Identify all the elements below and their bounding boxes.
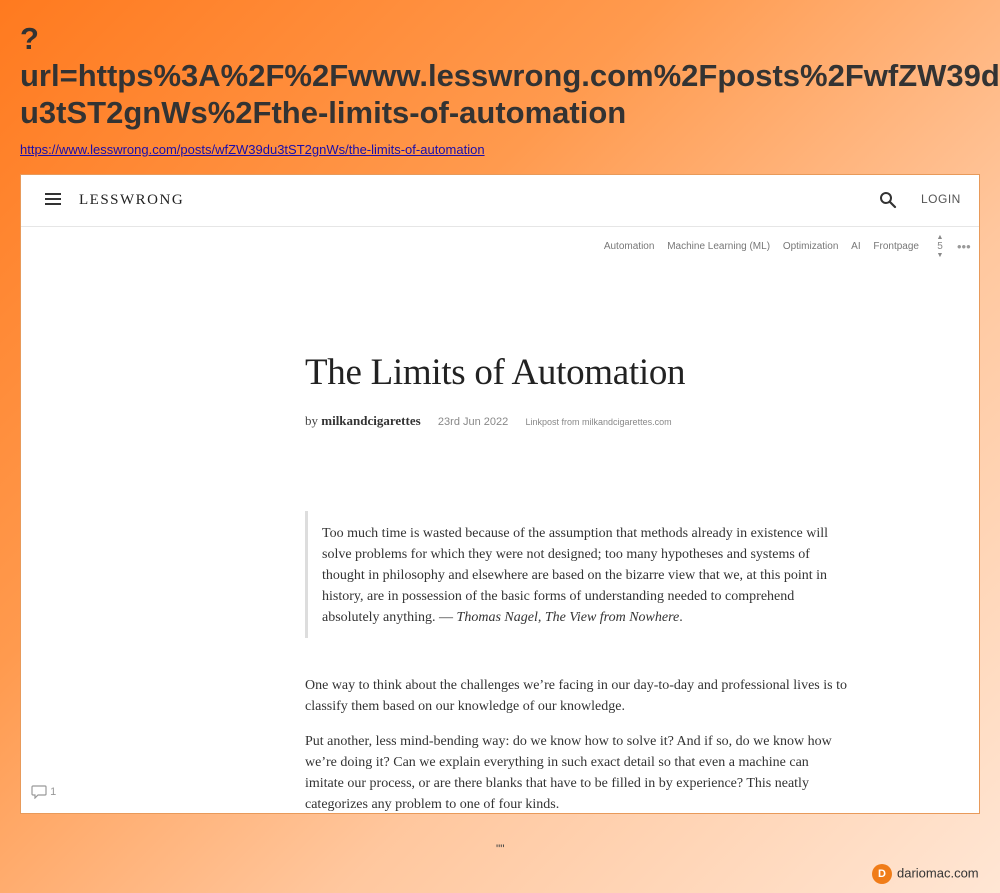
epigraph-quote: Too much time is wasted because of the a…: [305, 511, 835, 638]
dariomac-logo-icon: D: [872, 864, 892, 884]
linkpost-link[interactable]: Linkpost from milkandcigarettes.com: [526, 417, 672, 427]
comment-count-value: 1: [50, 785, 57, 798]
screenshot-frame: LESSWRONG LOGIN Automation Machine Learn…: [20, 174, 980, 814]
tag-optimization[interactable]: Optimization: [783, 241, 839, 252]
tag-list: Automation Machine Learning (ML) Optimiz…: [594, 241, 919, 252]
tag-ai[interactable]: AI: [851, 241, 860, 252]
tag-automation[interactable]: Automation: [604, 241, 655, 252]
tag-frontpage[interactable]: Frontpage: [873, 241, 919, 252]
site-header: LESSWRONG LOGIN: [21, 175, 979, 227]
credit-text: dariomac.com: [897, 865, 979, 881]
site-credit[interactable]: Ddariomac.com: [872, 864, 979, 884]
vote-score: 5: [937, 241, 943, 252]
footer-quote-marks: "": [496, 842, 505, 856]
hamburger-menu-icon[interactable]: [45, 193, 61, 207]
page-title: ? url=https%3A%2F%2Fwww.lesswrong.com%2F…: [20, 21, 1000, 130]
tag-machine-learning[interactable]: Machine Learning (ML): [667, 241, 770, 252]
vote-widget: ▲ 5 ▼: [933, 233, 947, 260]
page-url-link[interactable]: https://www.lesswrong.com/posts/wfZW39du…: [20, 142, 485, 157]
comment-icon: [31, 785, 47, 800]
downvote-icon[interactable]: ▼: [933, 251, 947, 260]
post-date: 23rd Jun 2022: [437, 416, 509, 428]
quote-attribution: Thomas Nagel, The View from Nowhere: [456, 610, 680, 625]
comments-count[interactable]: 1: [31, 785, 57, 800]
site-logo[interactable]: LESSWRONG: [79, 192, 184, 209]
quote-end: .: [679, 610, 683, 625]
author-link[interactable]: milkandcigarettes: [321, 413, 420, 428]
post-title: The Limits of Automation: [305, 352, 686, 393]
login-button[interactable]: LOGIN: [921, 192, 961, 206]
body-paragraph-1: One way to think about the challenges we…: [305, 678, 847, 714]
ellipsis-icon[interactable]: •••: [957, 239, 971, 254]
body-paragraph-2: Put another, less mind-bending way: do w…: [305, 734, 832, 812]
search-icon[interactable]: [879, 191, 897, 209]
post-byline: by milkandcigarettes 23rd Jun 2022 Linkp…: [305, 413, 672, 429]
byline-by: by: [305, 413, 318, 428]
